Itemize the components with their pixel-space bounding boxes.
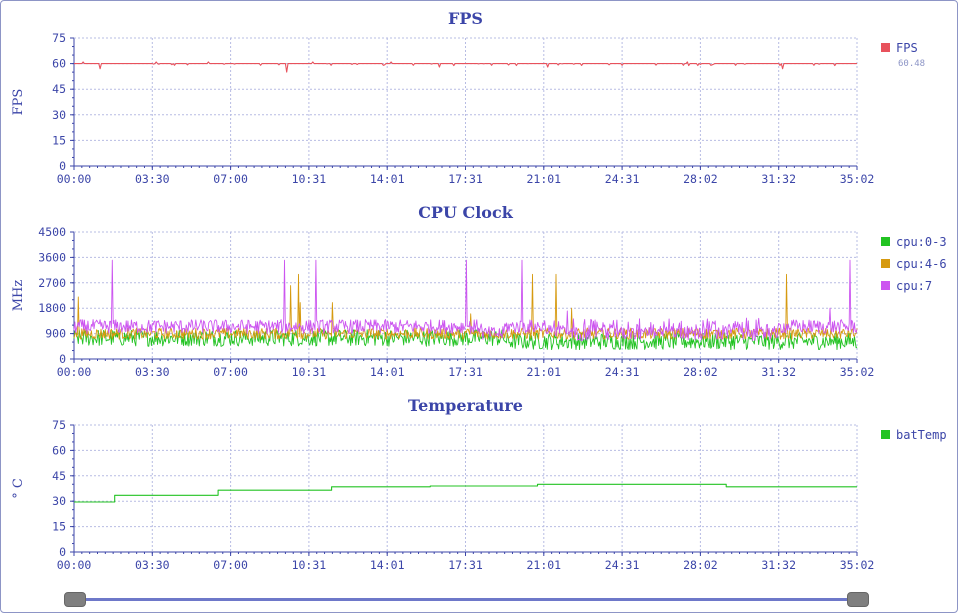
x-tick-label: 10:31 [292, 172, 327, 186]
x-tick-label: 24:31 [605, 558, 640, 572]
legend-label: batTemp [896, 428, 947, 442]
x-tick-label: 00:00 [57, 172, 92, 186]
y-tick-label: 30 [52, 494, 66, 508]
x-tick-label: 21:01 [526, 172, 561, 186]
y-tick-label: 2700 [38, 276, 66, 290]
x-tick-label: 03:30 [135, 365, 170, 379]
chart-panel-1: CPU Clock 0 900 1800 2700 3600 4500 00:00 03:30 0… [11, 203, 947, 379]
performance-charts: FPS 0 15 30 45 60 75 00:00 03:30 07:00 10:31 14:01 1… [11, 9, 947, 572]
x-tick-label: 24:31 [605, 172, 640, 186]
chart-panel-2: Temperature 0 15 30 45 60 75 00:00 03:30 07:00 10:… [11, 396, 947, 572]
legend-swatch [881, 281, 890, 290]
y-tick-label: 900 [45, 327, 66, 341]
y-tick-label: 15 [52, 133, 66, 147]
legend-swatch [881, 430, 890, 439]
legend-label: cpu:0-3 [896, 235, 947, 249]
chart-title: CPU Clock [418, 203, 514, 222]
x-tick-label: 35:02 [840, 558, 875, 572]
x-tick-label: 17:31 [448, 365, 483, 379]
y-axis-label: ° C [11, 478, 26, 499]
x-tick-label: 14:01 [370, 172, 405, 186]
x-tick-label: 31:32 [761, 172, 796, 186]
x-tick-label: 10:31 [292, 558, 327, 572]
y-tick-label: 1800 [38, 301, 66, 315]
y-axis-label: MHz [11, 280, 26, 312]
legend-swatch [881, 43, 890, 52]
y-tick-label: 4500 [38, 225, 66, 239]
legend-swatch [881, 237, 890, 246]
chart-panel-0: FPS 0 15 30 45 60 75 00:00 03:30 07:00 10:31 14:01 1… [11, 9, 925, 186]
legend-label: cpu:4-6 [896, 257, 947, 271]
x-tick-label: 10:31 [292, 365, 327, 379]
time-range-slider[interactable] [64, 592, 869, 607]
y-tick-label: 75 [52, 31, 66, 45]
slider-track[interactable] [70, 598, 863, 601]
y-tick-label: 45 [52, 82, 66, 96]
x-tick-label: 14:01 [370, 558, 405, 572]
y-tick-label: 3600 [38, 250, 66, 264]
legend-label: FPS [896, 41, 918, 55]
x-tick-label: 24:31 [605, 365, 640, 379]
legend-label: cpu:7 [896, 279, 932, 293]
y-tick-label: 15 [52, 520, 66, 534]
x-tick-label: 07:00 [213, 365, 248, 379]
x-tick-label: 21:01 [526, 365, 561, 379]
y-axis-label: FPS [11, 89, 26, 116]
legend-value: 60.48 [898, 59, 925, 69]
x-tick-label: 00:00 [57, 558, 92, 572]
y-tick-label: 60 [52, 443, 66, 457]
x-tick-label: 31:32 [761, 558, 796, 572]
x-tick-label: 14:01 [370, 365, 405, 379]
x-tick-label: 35:02 [840, 172, 875, 186]
y-tick-label: 75 [52, 418, 66, 432]
y-tick-label: 30 [52, 108, 66, 122]
chart-title: FPS [448, 9, 483, 28]
legend-swatch [881, 259, 890, 268]
y-tick-label: 0 [59, 159, 66, 173]
slider-left-handle[interactable] [64, 592, 86, 607]
y-tick-label: 45 [52, 469, 66, 483]
x-tick-label: 28:02 [683, 365, 718, 379]
x-tick-label: 07:00 [213, 172, 248, 186]
y-tick-label: 60 [52, 57, 66, 71]
chart-title: Temperature [408, 396, 523, 415]
x-tick-label: 21:01 [526, 558, 561, 572]
x-tick-label: 17:31 [448, 172, 483, 186]
x-tick-label: 31:32 [761, 365, 796, 379]
x-tick-label: 28:02 [683, 172, 718, 186]
x-tick-label: 35:02 [840, 365, 875, 379]
x-tick-label: 00:00 [57, 365, 92, 379]
x-tick-label: 03:30 [135, 172, 170, 186]
x-tick-label: 03:30 [135, 558, 170, 572]
y-tick-label: 0 [59, 352, 66, 366]
slider-right-handle[interactable] [847, 592, 869, 607]
x-tick-label: 28:02 [683, 558, 718, 572]
x-tick-label: 07:00 [213, 558, 248, 572]
y-tick-label: 0 [59, 545, 66, 559]
x-tick-label: 17:31 [448, 558, 483, 572]
